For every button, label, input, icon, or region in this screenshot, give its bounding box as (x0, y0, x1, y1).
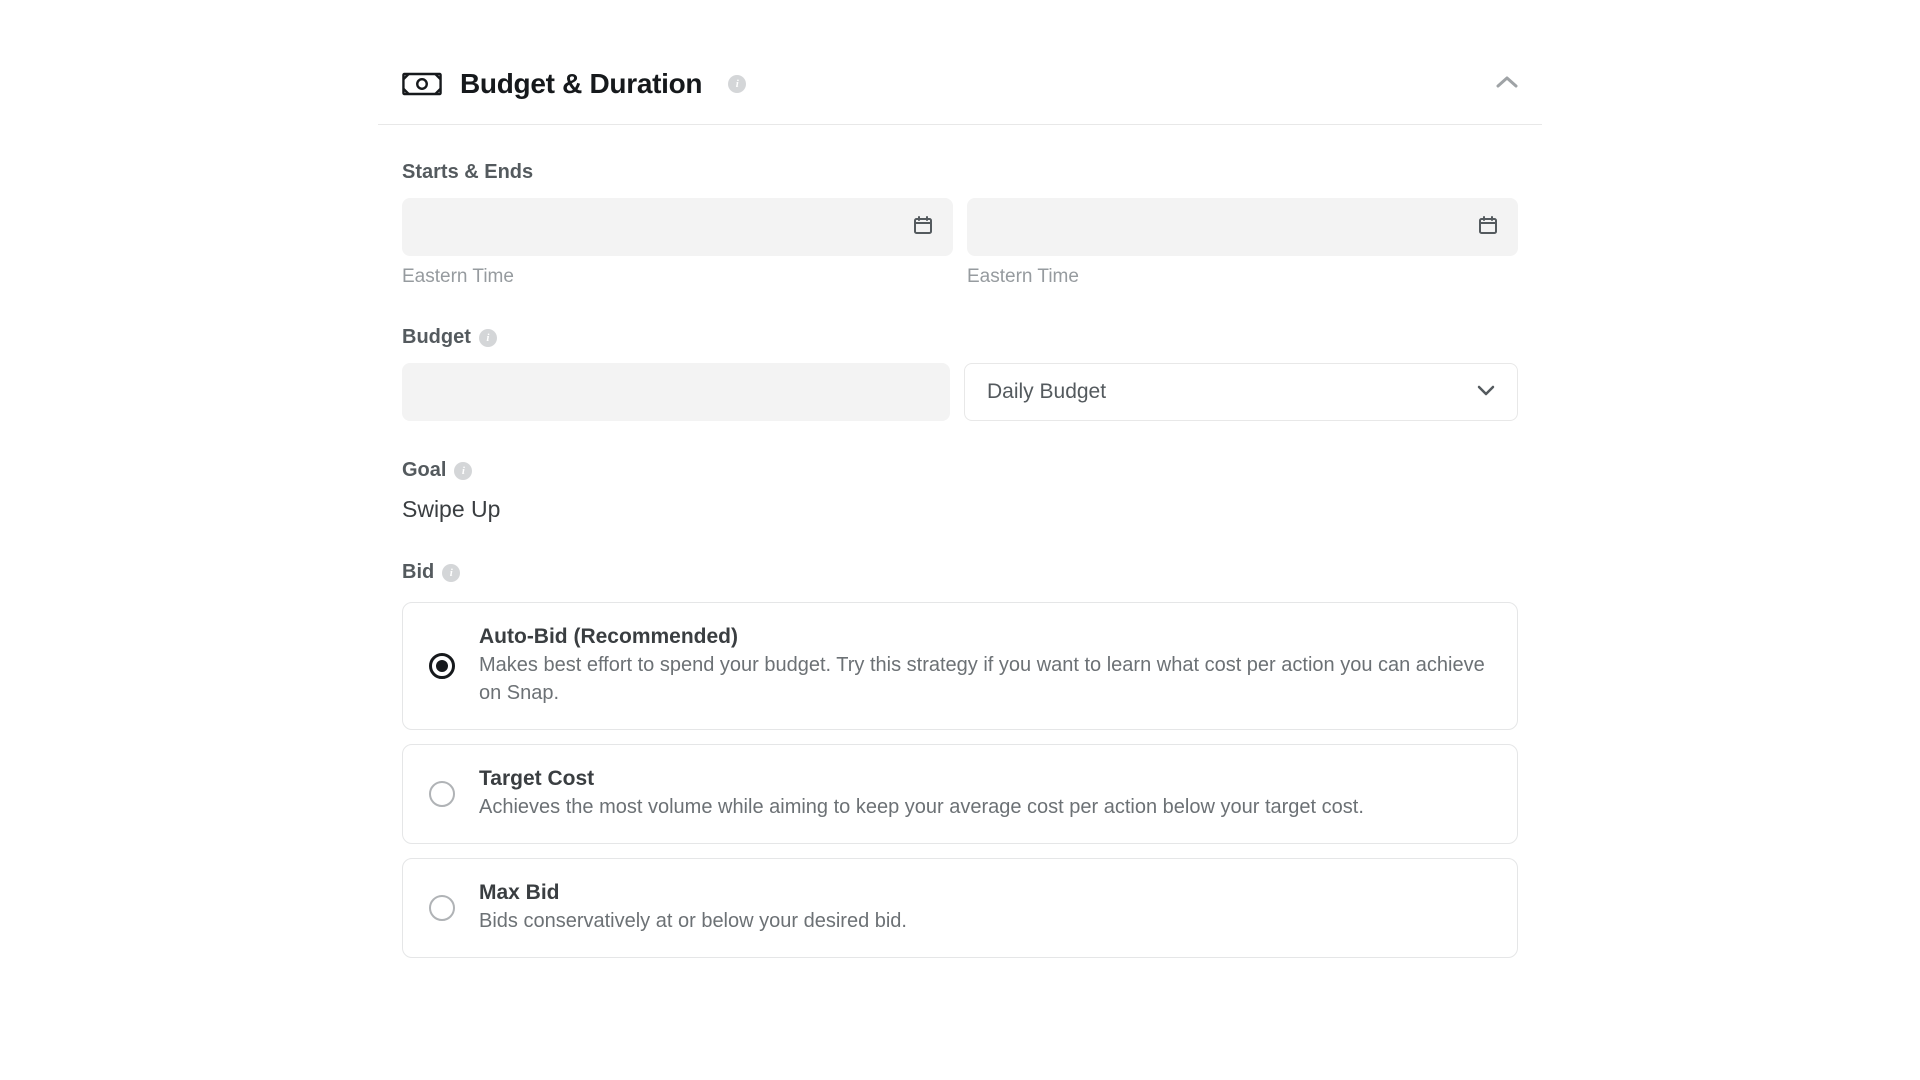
radio-icon (429, 895, 455, 921)
calendar-icon (1478, 215, 1498, 240)
bid-option-auto[interactable]: Auto-Bid (Recommended) Makes best effort… (402, 602, 1518, 730)
budget-row: Daily Budget (402, 363, 1518, 421)
bid-option-target-cost[interactable]: Target Cost Achieves the most volume whi… (402, 744, 1518, 844)
radio-content: Target Cost Achieves the most volume whi… (479, 767, 1491, 821)
end-date-col: Eastern Time (967, 198, 1518, 288)
goal-section: Goal i Swipe Up (402, 459, 1518, 523)
section-content: Starts & Ends Eastern Time (378, 125, 1542, 958)
goal-label: Goal i (402, 459, 1518, 482)
section-title: Budget & Duration (460, 68, 702, 100)
bid-option-title: Max Bid (479, 881, 1491, 905)
bid-option-desc: Achieves the most volume while aiming to… (479, 793, 1491, 821)
budget-section: Budget i Daily Budget (402, 326, 1518, 421)
budget-amount-input[interactable] (402, 363, 950, 421)
calendar-icon (913, 215, 933, 240)
radio-content: Auto-Bid (Recommended) Makes best effort… (479, 625, 1491, 707)
radio-content: Max Bid Bids conservatively at or below … (479, 881, 1491, 935)
bid-option-max-bid[interactable]: Max Bid Bids conservatively at or below … (402, 858, 1518, 958)
bid-option-desc: Bids conservatively at or below your des… (479, 907, 1491, 935)
start-tz-label: Eastern Time (402, 266, 953, 288)
bid-option-title: Target Cost (479, 767, 1491, 791)
collapse-icon[interactable] (1496, 75, 1518, 94)
budget-duration-panel: Budget & Duration i Starts & Ends (378, 28, 1542, 992)
bid-section: Bid i Auto-Bid (Recommended) Makes best … (402, 561, 1518, 958)
bid-label-text: Bid (402, 561, 434, 584)
start-date-col: Eastern Time (402, 198, 953, 288)
section-header: Budget & Duration i (378, 48, 1542, 125)
dates-label: Starts & Ends (402, 161, 1518, 184)
budget-type-select[interactable]: Daily Budget (964, 363, 1518, 421)
radio-icon (429, 781, 455, 807)
radio-icon (429, 653, 455, 679)
chevron-down-icon (1477, 383, 1495, 401)
end-tz-label: Eastern Time (967, 266, 1518, 288)
goal-value: Swipe Up (402, 496, 1518, 523)
radio-inner (436, 660, 448, 672)
goal-label-text: Goal (402, 459, 446, 482)
section-header-left: Budget & Duration i (402, 68, 746, 100)
budget-label: Budget i (402, 326, 1518, 349)
info-icon[interactable]: i (728, 75, 746, 93)
info-icon[interactable]: i (479, 329, 497, 347)
dates-row: Eastern Time Eastern Time (402, 198, 1518, 288)
bid-option-desc: Makes best effort to spend your budget. … (479, 651, 1491, 707)
budget-label-text: Budget (402, 326, 471, 349)
info-icon[interactable]: i (442, 564, 460, 582)
info-icon[interactable]: i (454, 462, 472, 480)
budget-type-value: Daily Budget (987, 380, 1106, 404)
start-date-input[interactable] (402, 198, 953, 256)
bid-option-title: Auto-Bid (Recommended) (479, 625, 1491, 649)
bid-label: Bid i (402, 561, 1518, 584)
money-icon (402, 72, 442, 96)
end-date-input[interactable] (967, 198, 1518, 256)
